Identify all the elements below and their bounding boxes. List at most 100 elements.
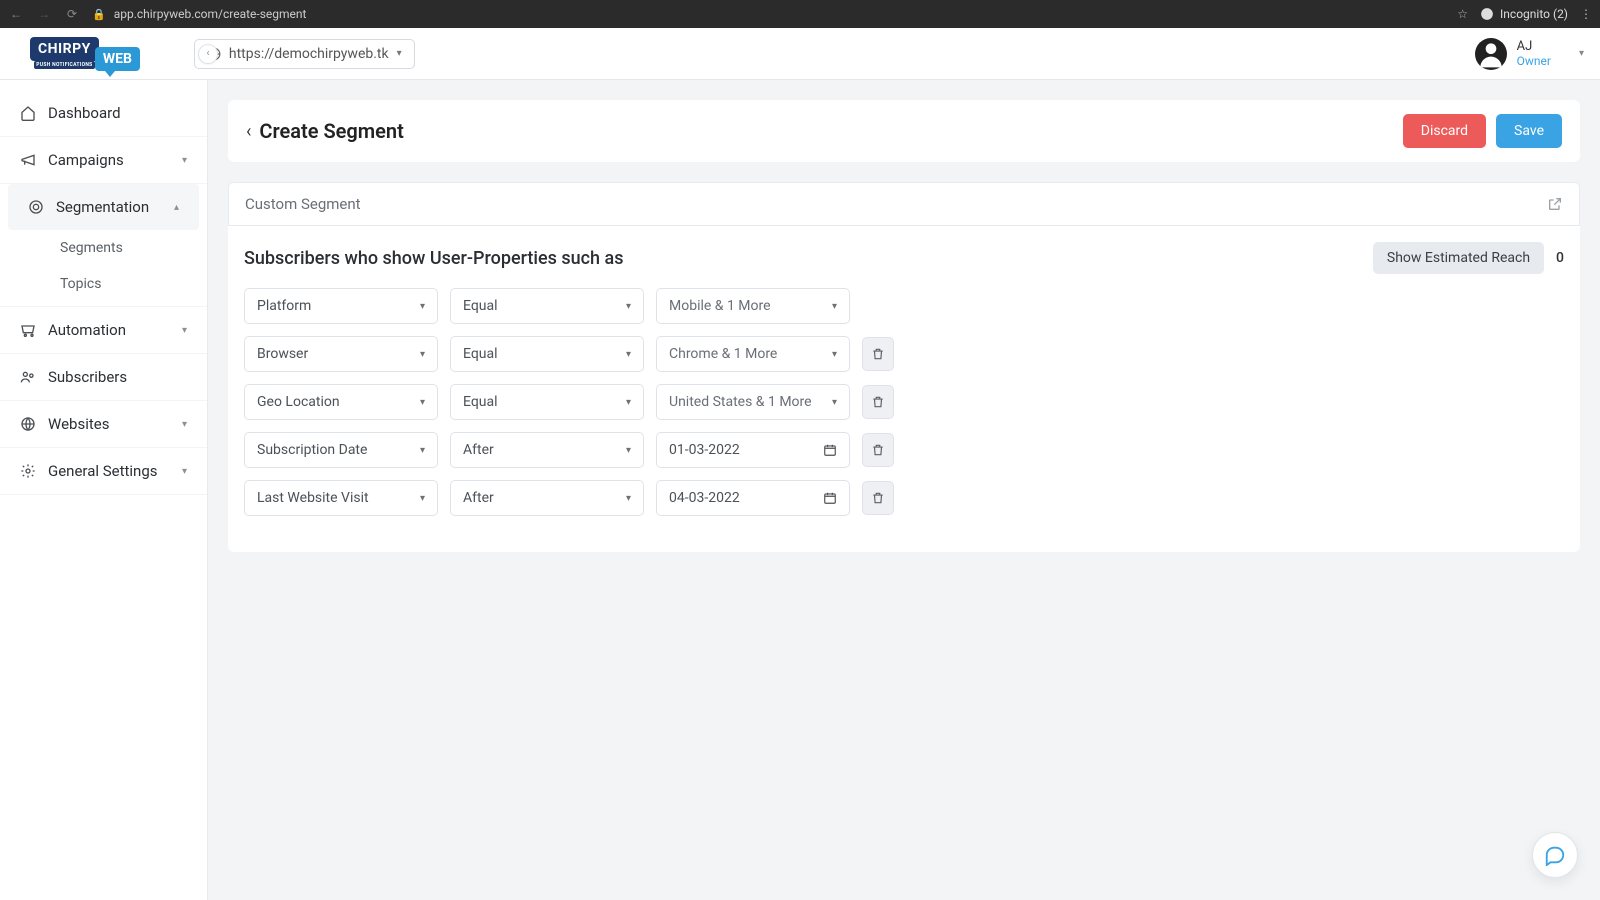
gear-icon <box>20 463 36 479</box>
user-name: AJ <box>1517 39 1551 54</box>
rule-value-select-value: United States & 1 More <box>669 394 812 410</box>
show-estimated-reach-button[interactable]: Show Estimated Reach <box>1373 242 1544 274</box>
rule-row: Browser▾Equal▾Chrome & 1 More▾ <box>244 336 1564 372</box>
sidebar-item-label: Dashboard <box>48 104 121 122</box>
back-button[interactable]: ‹ <box>246 121 251 142</box>
rule-date-input[interactable]: 04-03-2022 <box>656 480 850 516</box>
sidebar-item-label: Segmentation <box>56 198 149 216</box>
chat-button[interactable] <box>1532 832 1578 878</box>
save-button[interactable]: Save <box>1496 114 1562 148</box>
caret-down-icon: ▾ <box>182 325 187 336</box>
chevron-down-icon: ▾ <box>420 301 425 312</box>
rule-property-select-value: Browser <box>257 346 308 362</box>
sidebar-item-label: Campaigns <box>48 151 124 169</box>
caret-down-icon: ▾ <box>182 419 187 430</box>
chevron-down-icon: ▾ <box>420 445 425 456</box>
avatar <box>1475 38 1507 70</box>
browser-chrome: ← → ⟳ 🔒 app.chirpyweb.com/create-segment… <box>0 0 1600 28</box>
chevron-down-icon: ▾ <box>1579 48 1584 59</box>
url-text: app.chirpyweb.com/create-segment <box>114 7 307 21</box>
rule-property-select-value: Platform <box>257 298 311 314</box>
sidebar-item-topics[interactable]: Topics <box>0 266 207 307</box>
chevron-down-icon: ▾ <box>420 397 425 408</box>
rule-operator-select-value: Equal <box>463 394 498 410</box>
chevron-down-icon: ▾ <box>626 397 631 408</box>
sidebar-item-automation[interactable]: Automation ▾ <box>0 307 207 354</box>
reload-icon[interactable]: ⟳ <box>64 7 80 21</box>
sidebar-item-segmentation[interactable]: Segmentation ▴ <box>8 184 199 230</box>
rule-operator-select[interactable]: After▾ <box>450 432 644 468</box>
sidebar-item-label: Websites <box>48 415 109 433</box>
site-selector[interactable]: https://demochirpyweb.tk ▾ <box>194 39 415 69</box>
rule-property-select[interactable]: Browser▾ <box>244 336 438 372</box>
calendar-icon <box>823 491 837 505</box>
rule-property-select[interactable]: Platform ▾ <box>244 288 438 324</box>
delete-rule-button[interactable] <box>862 385 894 419</box>
kebab-icon[interactable]: ⋮ <box>1580 7 1592 21</box>
page-header: ‹ Create Segment Discard Save <box>228 100 1580 162</box>
sidebar-item-general-settings[interactable]: General Settings ▾ <box>0 448 207 495</box>
rule-date-input[interactable]: 01-03-2022 <box>656 432 850 468</box>
rule-property-select[interactable]: Last Website Visit▾ <box>244 480 438 516</box>
sidebar-item-dashboard[interactable]: Dashboard <box>0 90 207 137</box>
estimated-reach-value: 0 <box>1556 250 1564 266</box>
rule-date-input-value: 04-03-2022 <box>669 490 740 506</box>
delete-rule-button[interactable] <box>862 433 894 467</box>
home-icon <box>20 105 36 121</box>
rule-operator-select[interactable]: Equal▾ <box>450 336 644 372</box>
chevron-down-icon: ▾ <box>397 48 402 59</box>
caret-down-icon: ▾ <box>182 155 187 166</box>
globe-icon <box>20 416 36 432</box>
section-header: Subscribers who show User-Properties suc… <box>244 242 1564 274</box>
rule-value-select[interactable]: Mobile & 1 More▾ <box>656 288 850 324</box>
forward-icon[interactable]: → <box>36 7 52 21</box>
rule-date-input-value: 01-03-2022 <box>669 442 740 458</box>
section-title: Subscribers who show User-Properties suc… <box>244 248 624 269</box>
sidebar-item-segments[interactable]: Segments <box>0 230 207 266</box>
rules-list: Platform▾Equal▾Mobile & 1 More▾Browser▾E… <box>244 288 1564 516</box>
sidebar-item-subscribers[interactable]: Subscribers <box>0 354 207 401</box>
sidebar-item-websites[interactable]: Websites ▾ <box>0 401 207 448</box>
discard-button[interactable]: Discard <box>1403 114 1486 148</box>
sidebar-item-campaigns[interactable]: Campaigns ▾ <box>0 137 207 184</box>
external-link-icon[interactable] <box>1547 196 1563 212</box>
megaphone-icon <box>20 152 36 168</box>
site-url: https://demochirpyweb.tk <box>229 46 389 62</box>
sidebar: Dashboard Campaigns ▾ Segmentation ▴ Seg… <box>0 80 208 900</box>
user-info: AJ Owner <box>1517 39 1551 68</box>
rule-row: Subscription Date▾After▾01-03-2022 <box>244 432 1564 468</box>
lock-icon: 🔒 <box>92 8 106 21</box>
rule-operator-select-value: After <box>463 442 494 458</box>
sidebar-collapse-button[interactable]: ‹ <box>198 44 218 64</box>
user-menu[interactable]: AJ Owner ▾ <box>1475 38 1584 70</box>
rule-property-select[interactable]: Geo Location▾ <box>244 384 438 420</box>
incognito-label: Incognito (2) <box>1500 7 1568 21</box>
caret-down-icon: ▾ <box>182 466 187 477</box>
rule-row: Last Website Visit▾ After▾ 04-03-2022 <box>244 480 1564 516</box>
rule-row: Geo Location▾ Equal ▾ United States & 1 Mor… <box>244 384 1564 420</box>
rule-value-select[interactable]: United States & 1 More▾ <box>656 384 850 420</box>
back-icon[interactable]: ← <box>8 7 24 21</box>
caret-up-icon: ▴ <box>174 202 179 213</box>
chevron-down-icon: ▾ <box>832 349 837 360</box>
rule-operator-select[interactable]: Equal▾ <box>450 288 644 324</box>
rule-operator-select[interactable]: Equal ▾ <box>450 384 644 420</box>
delete-rule-button[interactable] <box>862 337 894 371</box>
delete-rule-button[interactable] <box>862 481 894 515</box>
chevron-down-icon: ▾ <box>626 301 631 312</box>
rule-property-select[interactable]: Subscription Date▾ <box>244 432 438 468</box>
calendar-icon <box>823 443 837 457</box>
incognito-icon: Incognito (2) <box>1480 7 1568 21</box>
segment-name-input[interactable]: Custom Segment <box>228 182 1580 226</box>
sidebar-item-label: Topics <box>60 276 101 292</box>
users-icon <box>20 369 36 385</box>
sidebar-item-label: Segments <box>60 240 123 256</box>
rule-value-select[interactable]: Chrome & 1 More▾ <box>656 336 850 372</box>
rule-value-select-value: Mobile & 1 More <box>669 298 771 314</box>
rule-operator-select[interactable]: After▾ <box>450 480 644 516</box>
rule-row: Platform▾Equal▾Mobile & 1 More▾ <box>244 288 1564 324</box>
chevron-down-icon: ▾ <box>420 493 425 504</box>
sidebar-item-label: General Settings <box>48 462 158 480</box>
star-icon[interactable]: ☆ <box>1457 7 1468 21</box>
segment-name-value: Custom Segment <box>245 195 361 213</box>
